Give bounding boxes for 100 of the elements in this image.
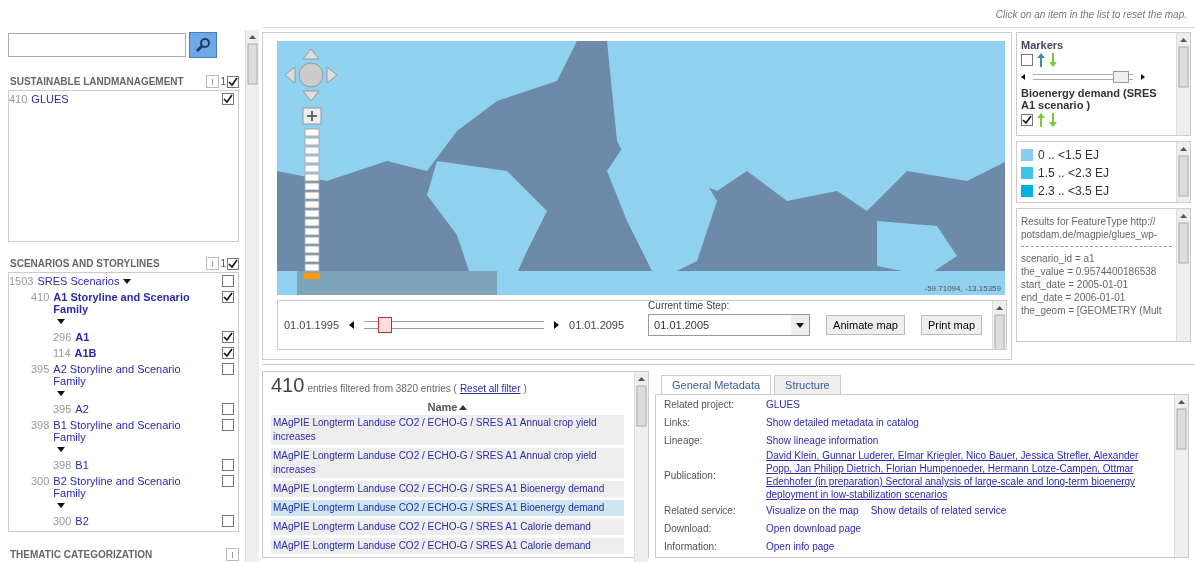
metadata-link[interactable]: Show detailed metadata in catalog [766, 416, 919, 428]
selected-count: 1 [220, 76, 226, 88]
result-line: the_value = 0.9574400186538 [1021, 265, 1158, 278]
scroll-bar[interactable] [1174, 395, 1188, 557]
metadata-link[interactable]: Show details of related service [870, 504, 1007, 516]
result-line: the_geom = [GEOMETRY (Mult [1021, 304, 1163, 317]
item-count: 114 [53, 346, 71, 359]
result-line: potsdam.de/magpie/glues_wp- [1021, 228, 1159, 241]
checkbox[interactable] [222, 474, 234, 487]
checkbox[interactable] [222, 274, 234, 287]
checkbox[interactable] [227, 257, 239, 270]
metadata-link[interactable]: Open info page [766, 540, 835, 552]
left-arrow-icon[interactable] [349, 321, 354, 329]
checkbox[interactable] [222, 418, 234, 431]
sort-ascending-icon[interactable] [459, 404, 468, 410]
slider-thumb[interactable] [1113, 71, 1129, 83]
caret-icon[interactable] [57, 319, 66, 325]
metadata-link[interactable]: Show lineage information [766, 434, 879, 446]
field-label: Lineage: [664, 434, 704, 446]
checkbox[interactable] [222, 92, 234, 105]
left-arrow-icon[interactable] [1021, 74, 1025, 80]
search-icon[interactable] [195, 37, 211, 53]
result-row[interactable]: MAgPIE Longterm Landuse CO2 / ECHO-G / SRES A1 Calorie demand [271, 519, 624, 535]
publication-link[interactable]: David Klein, Gunnar Luderer, Elmar Kriegler, Nico Bauer, Jessica Strefler, Alexander Popp, Jan Philipp Dietrich, Florian Humpenoeder, Hermann Lotze-Campen, Ottmar Edenhofer (in preparation) Sectoral analysis of large-scale and long-term bioenergy deployment in low-stabilization scenarios [766, 449, 1164, 501]
time-step-select[interactable]: 01.01.2005 [648, 314, 811, 336]
reset-filter-link[interactable]: Reset all filter [459, 383, 521, 394]
metadata-link[interactable]: Open download page [766, 522, 862, 534]
scroll-bar[interactable] [245, 30, 259, 562]
caret-icon[interactable] [57, 447, 66, 453]
filter-item[interactable]: B1 [75, 458, 89, 471]
filter-item[interactable]: B2 Storyline and Scenario Family [53, 474, 214, 499]
checkbox[interactable] [222, 346, 234, 359]
column-header[interactable]: Name [427, 401, 458, 413]
scroll-bar[interactable] [992, 301, 1006, 349]
map-button[interactable]: Print map [920, 315, 982, 335]
field-label: Related service: [664, 504, 737, 516]
legend-label: 0 .. <1.5 EJ [1038, 148, 1100, 162]
item-count: 398 [31, 418, 50, 433]
checkbox[interactable] [222, 402, 234, 415]
checkbox[interactable] [222, 458, 234, 471]
filter-item[interactable]: A2 [75, 402, 89, 415]
search-button[interactable] [189, 32, 217, 58]
scroll-bar[interactable] [634, 372, 648, 562]
result-row[interactable]: MAgPIE Longterm Landuse CO2 / ECHO-G / SRES A1 Calorie demand [271, 538, 624, 554]
filter-item[interactable]: B1 Storyline and Scenario Family [53, 418, 214, 443]
filter-item[interactable]: A1B [74, 346, 97, 359]
filter-item[interactable]: A1 [75, 330, 90, 343]
item-count: 300 [31, 474, 50, 489]
filter-item[interactable]: A1 Storyline and Scenario Family [53, 290, 214, 315]
result-row[interactable]: MAgPIE Longterm Landuse CO2 / ECHO-G / SRES A1 Annual crop yield increases [271, 448, 624, 478]
filter-summary: ) [523, 383, 527, 394]
dropdown-icon[interactable] [791, 315, 810, 335]
metadata-link[interactable]: Visualize on the map [766, 504, 859, 516]
item-count: 395 [31, 362, 50, 377]
filter-item[interactable]: SRES Scenarios [37, 274, 120, 287]
tab[interactable]: Structure [774, 375, 841, 395]
result-row[interactable]: MAgPIE Longterm Landuse CO2 / ECHO-G / SRES A1 Annual crop yield increases [271, 415, 624, 445]
checkbox[interactable] [222, 362, 234, 375]
scroll-bar[interactable] [1176, 33, 1190, 135]
checkbox[interactable] [222, 514, 234, 527]
right-arrow-icon[interactable] [554, 321, 560, 329]
up-arrow-icon[interactable] [1037, 53, 1045, 67]
field-label: Information: [664, 540, 718, 552]
checkbox[interactable] [222, 290, 234, 303]
scroll-bar[interactable] [1176, 142, 1190, 202]
field-label: Publication: [664, 469, 717, 481]
section-title: THEMATIC CATEGORIZATION [9, 548, 153, 560]
result-row[interactable]: MAgPIE Longterm Landuse CO2 / ECHO-G / SRES A1 Bioenergy demand [271, 500, 624, 516]
field-label: Links: [664, 416, 692, 428]
info-icon[interactable] [206, 257, 220, 271]
layer-name: Markers [1021, 39, 1065, 51]
field-label: Current time Step: [648, 300, 730, 311]
result-row[interactable]: MAgPIE Longterm Landuse CO2 / ECHO-G / SRES A1 Bioenergy demand [271, 481, 624, 497]
slider-thumb[interactable] [378, 317, 393, 333]
caret-icon[interactable] [123, 279, 132, 285]
filter-item[interactable]: GLUES [31, 92, 69, 105]
item-count: 300 [53, 514, 72, 527]
caret-icon[interactable] [57, 391, 66, 397]
checkbox[interactable] [227, 75, 239, 88]
filter-item[interactable]: B2 [75, 514, 89, 527]
item-count: 410 [9, 92, 28, 105]
caret-icon[interactable] [57, 503, 66, 509]
right-arrow-icon[interactable] [1141, 74, 1145, 80]
checkbox[interactable] [1021, 114, 1033, 126]
search-field[interactable] [8, 33, 186, 57]
tab[interactable]: General Metadata [661, 375, 772, 395]
scroll-bar[interactable] [1176, 209, 1190, 341]
map-button[interactable]: Animate map [826, 315, 905, 335]
item-count: 398 [53, 458, 72, 471]
selected-count: 1 [220, 258, 226, 270]
item-count: 1503 [9, 274, 34, 287]
metadata-link[interactable]: GLUES [766, 398, 800, 410]
section-title: SCENARIOS AND STORYLINES [9, 258, 160, 270]
checkbox[interactable] [1021, 54, 1033, 66]
filter-item[interactable]: A2 Storyline and Scenario Family [53, 362, 214, 387]
info-icon[interactable] [226, 547, 239, 561]
checkbox[interactable] [222, 330, 234, 343]
item-count: 395 [53, 402, 72, 415]
result-line: start_date = 2005-01-01 [1021, 278, 1130, 291]
result-line: scenario_id = a1 [1021, 252, 1096, 265]
